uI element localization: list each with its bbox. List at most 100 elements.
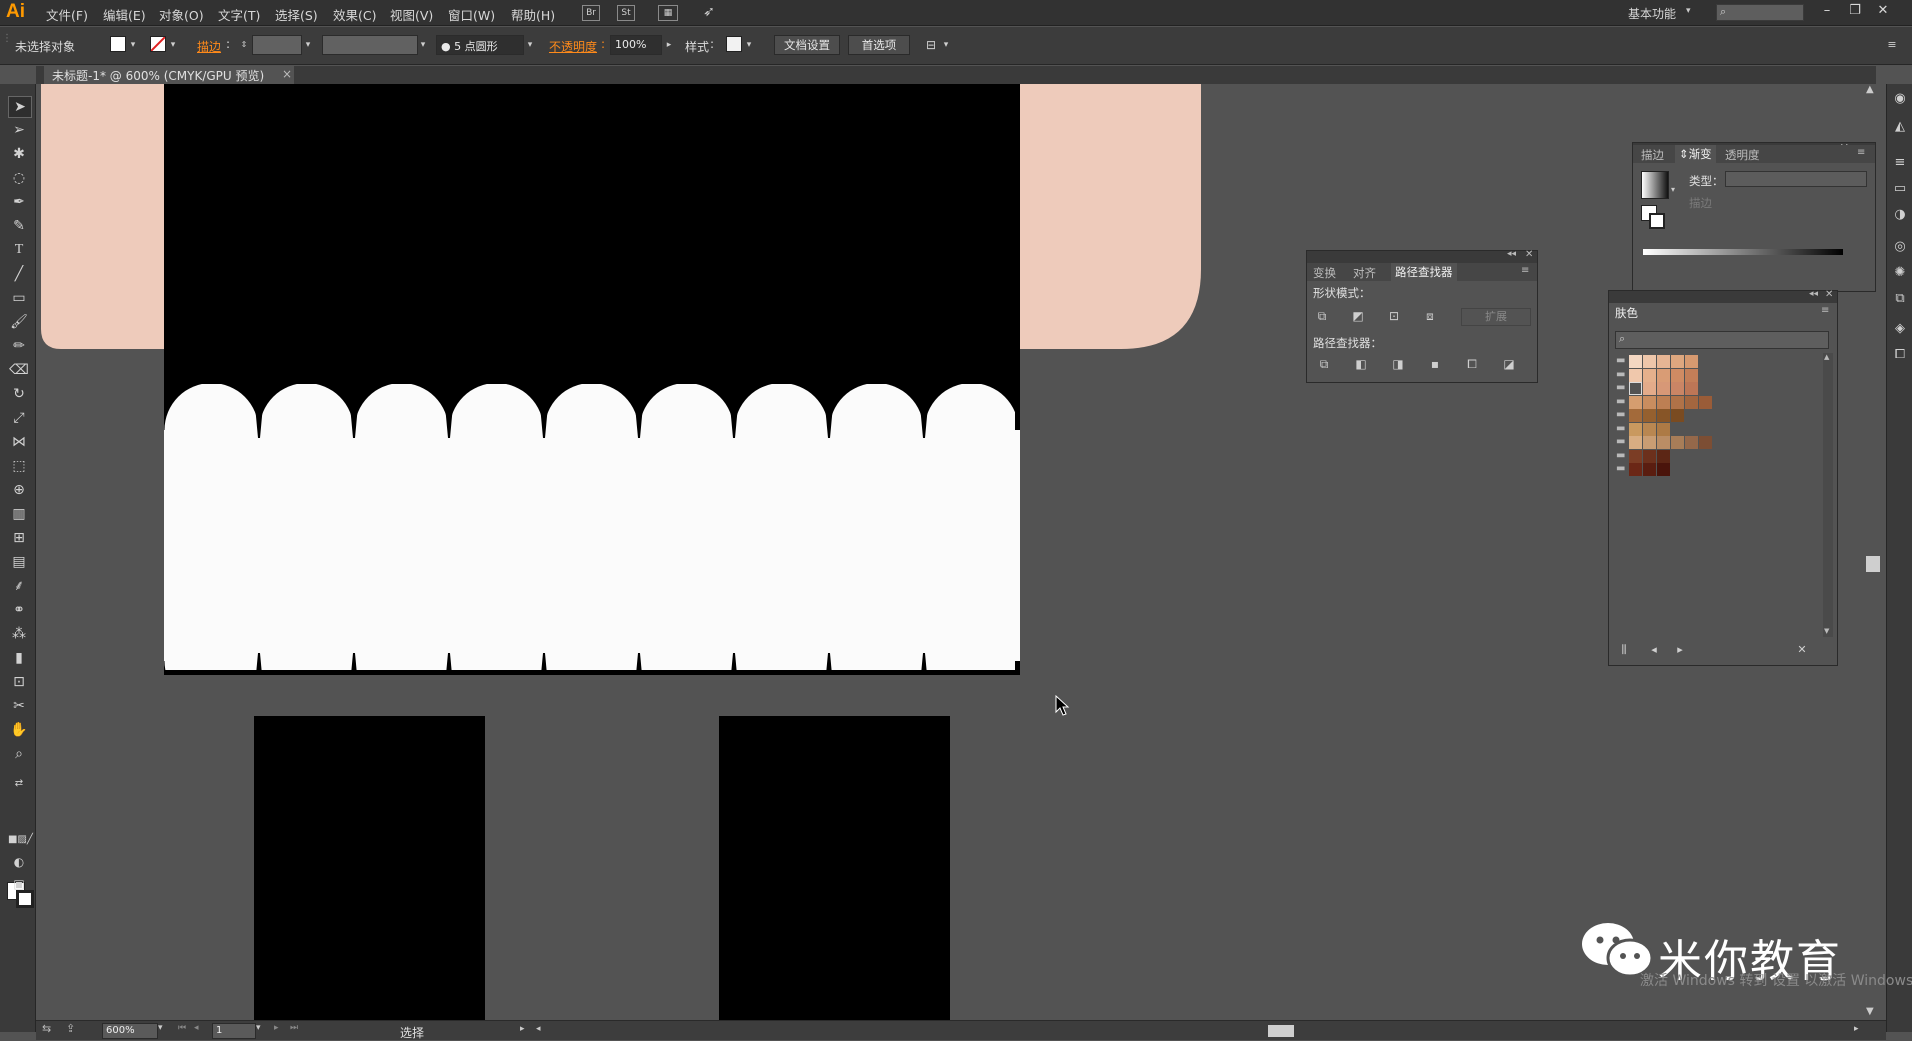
color-swatch[interactable] (1657, 449, 1670, 463)
tooth-top-arc[interactable] (544, 383, 639, 477)
workspace-switcher[interactable]: 基本功能 (1628, 5, 1676, 22)
color-swatch[interactable] (1643, 355, 1656, 368)
graphic-style-swatch[interactable] (726, 36, 742, 52)
color-swatch[interactable] (1643, 463, 1656, 476)
lasso-tool-icon[interactable]: ◌ (8, 168, 30, 188)
collapse-panel-icon[interactable]: ◂◂ (1507, 249, 1516, 259)
tab-pathfinder[interactable]: 路径查找器 (1391, 263, 1457, 281)
shape-builder-tool-icon[interactable]: ⊕ (8, 480, 30, 500)
tooth-top-arc[interactable] (164, 383, 259, 477)
color-swatch[interactable] (1643, 409, 1656, 422)
symbol-sprayer-tool-icon[interactable]: ⁂ (8, 624, 30, 644)
outline-icon[interactable]: ⧠ (1463, 355, 1481, 373)
panel-menu-icon[interactable]: ≡ (1886, 35, 1898, 55)
color-swatch[interactable] (1671, 409, 1684, 422)
scroll-down-icon[interactable]: ▼ (1824, 627, 1829, 635)
tooth-bottom-arc[interactable] (354, 614, 449, 708)
tab-skin-tones[interactable]: 肤色 (1615, 305, 1638, 321)
status-menu-arrow-icon[interactable]: ▸ (520, 1024, 525, 1034)
scroll-up-icon[interactable]: ▲ (1866, 84, 1874, 95)
swatch-group-folder-icon[interactable]: ▬ (1616, 369, 1628, 380)
color-swatch[interactable] (1685, 368, 1698, 382)
document-setup-button[interactable]: 文档设置 (774, 35, 840, 55)
color-swatch[interactable] (1629, 395, 1642, 409)
color-swatch[interactable] (1643, 422, 1656, 436)
color-swatch[interactable] (1643, 449, 1656, 463)
color-swatch[interactable] (1629, 368, 1642, 382)
magic-wand-tool-icon[interactable]: ✱ (8, 144, 30, 164)
gradient-slider[interactable] (1643, 249, 1843, 255)
color-swatch[interactable] (1629, 463, 1642, 476)
curvature-tool-icon[interactable]: ✎ (8, 216, 30, 236)
menu-effect[interactable]: 效果(C) (333, 5, 376, 24)
color-swatch[interactable] (1671, 355, 1684, 368)
color-swatch[interactable] (1671, 368, 1684, 382)
close-panel-icon[interactable]: ✕ (1525, 249, 1533, 260)
swatch-group-folder-icon[interactable]: ▬ (1616, 423, 1628, 434)
type-tool-icon[interactable]: T (8, 240, 30, 260)
color-swatch[interactable] (1643, 382, 1656, 395)
crop-icon[interactable]: ▪ (1426, 355, 1444, 373)
tab-stroke[interactable]: 描边 (1641, 147, 1664, 163)
swatch-group-folder-icon[interactable]: ▬ (1616, 383, 1628, 393)
color-swatch[interactable] (1657, 436, 1670, 449)
artboard-number-field[interactable]: 1 (212, 1023, 256, 1039)
color-swatch[interactable] (1671, 382, 1684, 395)
asset-export-icon[interactable]: ⧉ (1891, 290, 1909, 308)
tooth-top-arc[interactable] (924, 383, 1019, 477)
divide-icon[interactable]: ⧉ (1315, 355, 1333, 373)
scroll-left-icon[interactable]: ◂ (536, 1024, 541, 1034)
vertical-scroll-thumb[interactable] (1866, 556, 1880, 572)
expand-button[interactable]: 扩展 (1461, 308, 1531, 326)
perspective-grid-tool-icon[interactable]: ▥ (8, 504, 30, 524)
align-dropdown-icon[interactable]: ▾ (940, 35, 952, 55)
gpu-performance-icon[interactable]: ➶ (700, 5, 718, 21)
swatch-search-input[interactable]: ⌕ (1615, 331, 1829, 349)
trim-icon[interactable]: ◧ (1352, 355, 1370, 373)
tooth-bottom-arc[interactable] (449, 614, 544, 708)
tooth-top-arc[interactable] (734, 383, 829, 477)
chevron-down-icon[interactable]: ▾ (1686, 6, 1691, 16)
color-swatch[interactable] (1685, 436, 1698, 449)
tab-align[interactable]: 对齐 (1353, 265, 1376, 281)
opacity-arrow-icon[interactable]: ▸ (663, 35, 675, 55)
opacity-input[interactable]: 100% (610, 35, 662, 55)
merge-icon[interactable]: ◨ (1389, 355, 1407, 373)
tooth-top-arc[interactable] (639, 383, 734, 477)
mesh-tool-icon[interactable]: ⊞ (8, 528, 30, 548)
previous-artboard-icon[interactable]: ◂ (194, 1023, 199, 1033)
menu-object[interactable]: 对象(O) (159, 5, 204, 24)
close-library-icon[interactable]: ✕ (1793, 641, 1811, 659)
tab-gradient[interactable]: ⇕渐变 (1675, 145, 1716, 163)
gradient-panel-icon[interactable]: ▭ (1891, 180, 1909, 198)
direct-selection-tool-icon[interactable]: ➢ (8, 120, 30, 140)
stroke-weight-dropdown-icon[interactable]: ▾ (302, 35, 314, 55)
gradient-preview-swatch[interactable] (1641, 171, 1669, 199)
color-swatch[interactable] (1629, 449, 1642, 463)
tooth-top-arc[interactable] (259, 383, 354, 477)
color-swatch[interactable] (1643, 395, 1656, 409)
bridge-button[interactable]: Br (582, 5, 600, 21)
slice-tool-icon[interactable]: ✂ (8, 696, 30, 716)
color-swatch[interactable] (1657, 382, 1670, 395)
style-dropdown-icon[interactable]: ▾ (743, 35, 755, 55)
tooth-top-arc[interactable] (354, 383, 449, 477)
close-panel-icon[interactable]: ✕ (1825, 289, 1833, 300)
tooth-bottom-arc[interactable] (734, 614, 829, 708)
exclude-icon[interactable]: ⧈ (1421, 307, 1439, 325)
tooth-top-arc[interactable] (829, 383, 924, 477)
gradient-stroke-swatch[interactable] (1649, 213, 1665, 229)
gradient-tool-icon[interactable]: ▤ (8, 552, 30, 572)
panel-menu-icon[interactable]: ≡ (1857, 147, 1865, 158)
swatch-group-folder-icon[interactable]: ▬ (1616, 410, 1628, 420)
share-icon[interactable]: ⇆ (42, 1022, 51, 1035)
color-swatch[interactable] (1629, 422, 1642, 436)
current-tool-status[interactable]: 选择 (400, 1024, 424, 1041)
color-swatch[interactable] (1643, 436, 1656, 449)
opacity-label[interactable]: 不透明度 (549, 38, 597, 55)
free-transform-tool-icon[interactable]: ⬚ (8, 456, 30, 476)
color-swatch[interactable] (1657, 395, 1670, 409)
fill-color-swatch[interactable] (110, 36, 126, 52)
close-window-button[interactable]: ✕ (1872, 3, 1894, 21)
stroke-weight-label[interactable]: 描边 (197, 38, 221, 55)
